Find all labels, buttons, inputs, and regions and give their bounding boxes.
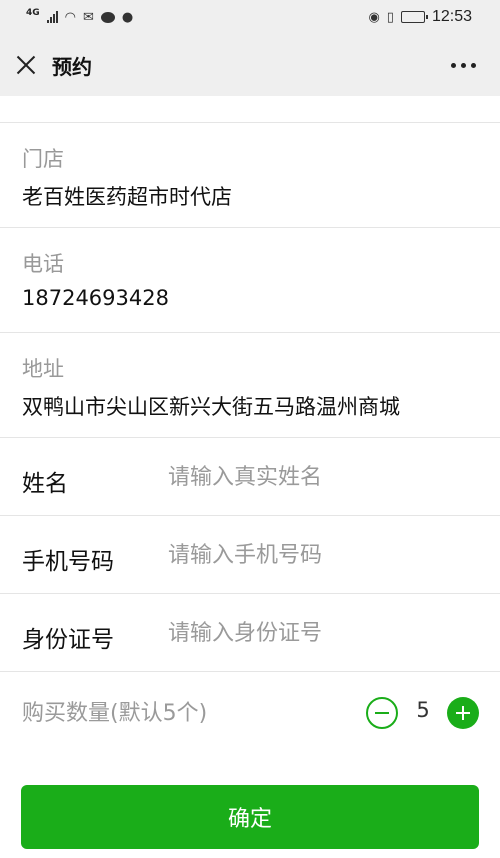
quantity-label: 购买数量(默认5个) (22, 701, 208, 726)
divider (0, 96, 500, 123)
eye-icon: ◉ (368, 9, 380, 25)
id-row: 身份证号 (0, 594, 500, 672)
vibrate-icon: ▯ (386, 9, 394, 25)
minus-icon[interactable] (366, 697, 398, 729)
notification-icon: ✉ (83, 9, 94, 25)
store-row: 门店 老百姓医药超市时代店 (0, 123, 500, 228)
wechat-icon: ● (121, 9, 134, 25)
store-value: 老百姓医药超市时代店 (22, 185, 232, 209)
id-input[interactable] (168, 612, 478, 654)
close-icon[interactable] (15, 54, 37, 76)
message-icon (100, 11, 115, 23)
mobile-row: 手机号码 (0, 516, 500, 594)
status-bar: 4G ◠ ✉ ● ◉ ▯ 12:53 (0, 0, 500, 34)
store-label: 门店 (22, 147, 64, 171)
address-value: 双鸭山市尖山区新兴大街五马路温州商城 (22, 395, 400, 419)
signal-icon (46, 11, 58, 23)
more-icon[interactable] (451, 63, 476, 68)
content: 门店 老百姓医药超市时代店 电话 18724693428 地址 双鸭山市尖山区新… (0, 96, 500, 750)
status-right-icons: ◉ ▯ 12:53 (368, 8, 472, 26)
plus-icon[interactable] (447, 697, 479, 729)
status-time: 12:53 (431, 8, 472, 25)
name-label: 姓名 (22, 471, 68, 497)
confirm-button[interactable]: 确定 (21, 785, 479, 849)
address-label: 地址 (22, 357, 64, 381)
quantity-row: 购买数量(默认5个) 5 (0, 672, 500, 750)
mobile-input[interactable] (168, 534, 478, 576)
quantity-value: 5 (416, 698, 430, 722)
nav-bar: 预约 (0, 34, 500, 96)
status-left-icons: 4G ◠ ✉ ● (26, 7, 134, 25)
phone-label: 电话 (22, 252, 64, 276)
wifi-icon: ◠ (64, 9, 76, 25)
page-title: 预约 (52, 55, 92, 79)
name-row: 姓名 (0, 438, 500, 516)
network-type: 4G (26, 7, 40, 18)
battery-icon (400, 11, 428, 23)
mobile-label: 手机号码 (22, 549, 114, 575)
phone-value[interactable]: 18724693428 (22, 286, 169, 310)
id-label: 身份证号 (22, 627, 114, 653)
name-input[interactable] (168, 456, 478, 498)
phone-row: 电话 18724693428 (0, 228, 500, 333)
address-row: 地址 双鸭山市尖山区新兴大街五马路温州商城 (0, 333, 500, 438)
